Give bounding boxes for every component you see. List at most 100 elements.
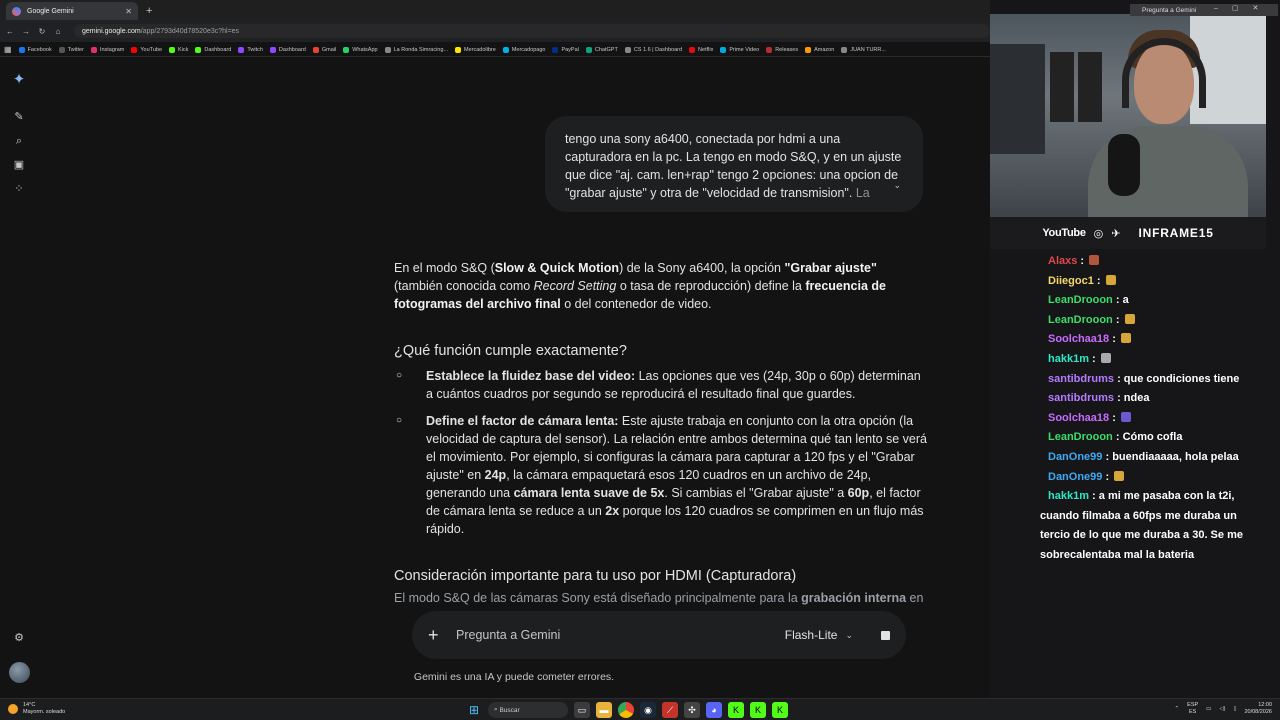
battery-icon[interactable]: ▯ [1233, 706, 1236, 712]
bookmark-item[interactable]: PayPal [552, 46, 579, 53]
bookmark-item[interactable]: ChatGPT [585, 46, 618, 53]
address-bar[interactable]: gemini.google.com/app/2793d40d78520e3c?h… [74, 24, 990, 38]
chat-user: DanOne99 [1048, 470, 1103, 483]
weather-widget[interactable]: 14°C Mayorm. soleado [8, 702, 65, 716]
taskbar-search[interactable]: ⌕ Buscar [488, 702, 568, 718]
gems-icon[interactable]: ⁘ [11, 181, 27, 197]
bullet-icon: ○ [396, 370, 403, 381]
chat-line: santibdrums : que condiciones tiene [1048, 372, 1240, 385]
bookmark-label: Facebook [27, 46, 52, 53]
steam-icon[interactable]: ◉ [640, 702, 656, 718]
window-controls[interactable]: –▢✕ [1214, 4, 1272, 12]
windows-start-icon[interactable]: ⊞ [466, 702, 482, 718]
bookmark-label: CS 1.6 | Dashboard [633, 46, 683, 53]
task-view-icon[interactable]: ▭ [574, 702, 590, 718]
app-icon[interactable]: ✣ [684, 702, 700, 718]
emote-icon [1120, 333, 1131, 344]
chat-line: LeanDrooon : [1048, 311, 1270, 331]
kick-icon[interactable]: K [772, 702, 788, 718]
bookmark-item[interactable]: Prime Video [720, 46, 759, 53]
chat-user: santibdrums [1048, 372, 1115, 385]
home-icon[interactable]: ⌂ [52, 27, 64, 36]
channel-brand: INFRAME15 [1138, 226, 1214, 240]
forward-icon[interactable]: → [20, 27, 32, 36]
bookmark-icon [58, 46, 65, 53]
response-bullet-2: ○ Define el factor de cámara lenta: Este… [396, 414, 927, 536]
bookmark-label: Gmail [321, 46, 337, 53]
settings-icon[interactable]: ⚙ [11, 630, 27, 646]
bookmark-item[interactable]: WhatsApp [343, 46, 378, 53]
bookmark-icon [585, 46, 592, 53]
bookmark-icon [269, 46, 276, 53]
expand-chevron-icon[interactable]: ⌄ [893, 176, 901, 194]
avatar[interactable] [9, 662, 30, 683]
bookmark-item[interactable]: Amazon [805, 46, 834, 53]
bookmark-icon [312, 46, 319, 53]
new-tab-icon[interactable]: + [146, 5, 152, 17]
bookmark-icon [841, 46, 848, 53]
conversation-area: tengo una sony a6400, conectada por hdmi… [38, 58, 990, 698]
user-message[interactable]: tengo una sony a6400, conectada por hdmi… [545, 116, 923, 212]
search-icon[interactable]: ⌕ [11, 133, 27, 149]
discord-icon[interactable]: ◕ [706, 702, 722, 718]
bookmark-label: JUAN TURR... [850, 46, 886, 53]
response-bullet-1: ○ Establece la fluidez base del video: L… [396, 369, 921, 401]
file-explorer-icon[interactable]: ▬ [596, 702, 612, 718]
close-icon[interactable]: ✕ [125, 7, 132, 16]
kick-icon[interactable]: K [728, 702, 744, 718]
language-indicator[interactable]: ESP ES [1187, 702, 1198, 716]
bookmark-item[interactable]: Netflix [689, 46, 713, 53]
bookmark-item[interactable]: Facebook [18, 46, 52, 53]
bookmark-icon [195, 46, 202, 53]
bookmark-label: Mercadopago [511, 46, 546, 53]
bookmark-item[interactable]: La Ronda Simracing... [384, 46, 448, 53]
bookmark-item[interactable]: Instagram [90, 46, 124, 53]
bookmark-item[interactable]: Twitch [238, 46, 263, 53]
chat-user: Alaxs [1048, 255, 1078, 267]
clock[interactable]: 12:00 20/08/2026 [1244, 702, 1272, 716]
user-message-fade: La [855, 186, 870, 200]
gallery-icon[interactable]: ▣ [11, 157, 27, 173]
bookmark-icon [720, 46, 727, 53]
chevron-down-icon[interactable]: ⌄ [845, 630, 853, 641]
bookmark-item[interactable]: Releases [766, 46, 798, 53]
response-heading-2: Consideración importante para tu uso por… [394, 568, 797, 584]
tab-gemini[interactable]: Google Gemini ✕ [6, 2, 138, 20]
bookmark-item[interactable]: Dashboard [195, 46, 231, 53]
chat-user: LeanDrooon [1048, 313, 1113, 326]
bookmark-item[interactable]: Mercadolibre [455, 46, 496, 53]
bookmark-icon [343, 46, 350, 53]
bookmark-item[interactable]: Twitter [58, 46, 84, 53]
stop-icon[interactable] [881, 630, 890, 640]
bookmark-item[interactable]: YouTube [131, 46, 162, 53]
bookmark-item[interactable]: JUAN TURR... [841, 46, 886, 53]
bookmark-label: ChatGPT [594, 46, 618, 53]
app-icon[interactable]: ⟋ [662, 702, 678, 718]
model-selector[interactable]: Flash-Lite [785, 628, 838, 642]
bookmark-item[interactable]: Gmail [312, 46, 337, 53]
chat-user: LeanDrooon [1048, 431, 1113, 444]
apps-icon[interactable]: ▦ [4, 45, 12, 54]
back-icon[interactable]: ← [4, 27, 16, 36]
prompt-input[interactable]: + Pregunta a Gemini Flash-Lite ⌄ [412, 611, 906, 659]
monitor-icon[interactable]: ▭ [1206, 706, 1211, 712]
chat-user: Diiegoc1 [1048, 274, 1094, 287]
chrome-icon[interactable] [618, 702, 634, 718]
url-host: gemini.google.com [82, 27, 141, 35]
bookmark-item[interactable]: Dashboard [269, 46, 306, 53]
new-chat-icon[interactable]: ✎ [11, 109, 27, 125]
bookmark-item[interactable]: CS 1.6 | Dashboard [624, 46, 683, 53]
twitter-icon: ✈ [1111, 227, 1121, 240]
chevron-up-icon[interactable]: ⌃ [1175, 706, 1180, 712]
gemini-sparkle-icon[interactable]: ✦ [11, 72, 27, 88]
reload-icon[interactable]: ↻ [36, 27, 48, 36]
volume-icon[interactable]: ◁) [1219, 706, 1225, 712]
add-icon[interactable]: + [428, 625, 456, 646]
bookmark-item[interactable]: Mercadopago [502, 46, 546, 53]
youtube-label: YouTube [1042, 227, 1086, 239]
bookmark-icon [624, 46, 631, 53]
chat-line: LeanDrooon : a [1048, 294, 1129, 307]
kick-icon[interactable]: K [750, 702, 766, 718]
bookmark-label: Dashboard [278, 46, 306, 53]
bookmark-item[interactable]: Kick [169, 46, 188, 53]
